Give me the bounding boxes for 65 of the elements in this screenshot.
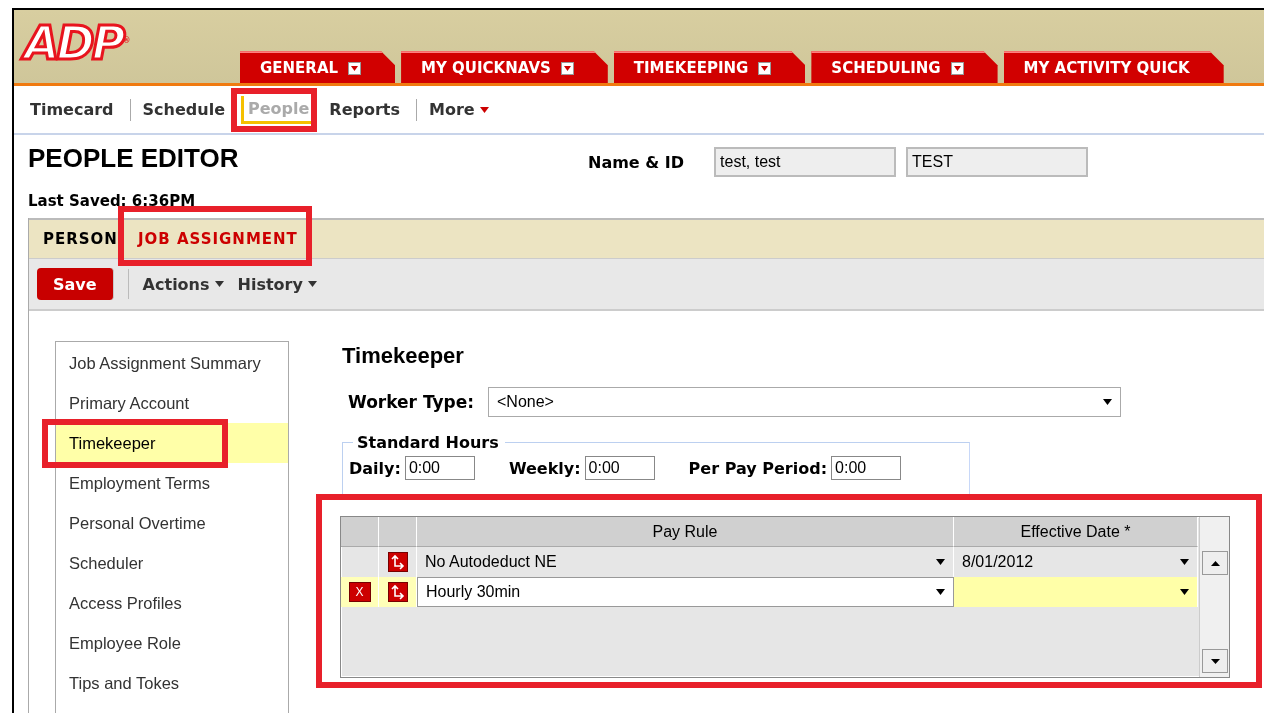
caret-icon	[307, 281, 317, 287]
nav-link[interactable]: Schedule	[138, 97, 229, 123]
sidebar-item[interactable]: Tips and Tokes	[56, 663, 288, 703]
worker-type-dropdown[interactable]: <None>	[488, 387, 1121, 417]
name-field[interactable]: test, test	[714, 147, 897, 178]
page-title: PEOPLE EDITOR	[28, 143, 240, 175]
dropdown-caret-icon	[1180, 559, 1189, 565]
header-cell	[341, 517, 379, 547]
move-row-icon[interactable]	[387, 552, 408, 572]
sidebar-item[interactable]: Personal Overtime	[56, 503, 288, 543]
menu-button[interactable]: Actions	[142, 274, 224, 294]
save-button[interactable]: Save	[37, 268, 114, 300]
field-label: Weekly:	[508, 458, 581, 478]
nav-tab[interactable]: MY QUICKNAVS	[401, 51, 608, 84]
nav-tab[interactable]: GENERAL	[240, 51, 396, 84]
dropdown-icon	[950, 61, 964, 75]
nav-link[interactable]: More	[425, 97, 493, 123]
caret-icon	[214, 281, 224, 287]
dropdown-caret-icon	[936, 559, 945, 565]
dropdown-icon	[560, 61, 574, 75]
field-label: Per Pay Period:	[688, 458, 828, 478]
scroll-down-icon[interactable]	[1202, 649, 1228, 673]
pay-rule-value: Hourly 30min	[426, 583, 521, 601]
input-field[interactable]: 0:00	[584, 456, 655, 480]
table-row[interactable]: X Hourly 30min	[341, 577, 1199, 607]
field-label: Name & ID	[588, 152, 685, 172]
sidebar-item[interactable]: Timekeeper	[56, 423, 288, 463]
dropdown[interactable]: Hourly 30min	[417, 577, 954, 607]
column-header: Pay Rule	[417, 517, 954, 547]
nav-link[interactable]: Timecard	[26, 97, 118, 123]
dropdown-value: <None>	[497, 393, 554, 411]
last-saved-text: Last Saved: 6:36PM	[28, 192, 197, 211]
input-field[interactable]: 0:00	[404, 456, 475, 480]
delete-button[interactable]: X	[348, 582, 371, 602]
dropdown-icon	[758, 61, 772, 75]
sidebar-item[interactable]: Employment Terms	[56, 463, 288, 503]
nav-tab[interactable]: MY ACTIVITY QUICK	[1003, 51, 1224, 84]
sidebar-item[interactable]: Primary Account	[56, 383, 288, 423]
editor-tab[interactable]: PERSON	[43, 230, 118, 248]
section-title: Timekeeper	[342, 343, 465, 369]
field-label: Daily:	[349, 458, 401, 478]
dropdown-caret-icon	[1180, 589, 1189, 595]
sidebar-item[interactable]: Employee Role	[56, 623, 288, 663]
caret-icon	[479, 106, 489, 113]
date-value: 8/01/2012	[962, 553, 1034, 571]
column-header: Effective Date *	[954, 517, 1198, 547]
nav-link[interactable]: Reports	[325, 97, 405, 123]
menu-button[interactable]: History	[237, 274, 317, 294]
dropdown-icon	[348, 61, 362, 75]
input-field[interactable]: 0:00	[831, 456, 902, 480]
move-row-icon[interactable]	[387, 582, 408, 602]
sidebar-item[interactable]: Scheduler	[56, 543, 288, 583]
header-cell	[379, 517, 417, 547]
id-field[interactable]: TEST	[906, 147, 1089, 178]
pay-rule-value: No Autodeduct NE	[425, 553, 557, 571]
nav-tab[interactable]: TIMEKEEPING	[613, 51, 806, 84]
scroll-up-icon[interactable]	[1202, 551, 1228, 575]
field-label: Worker Type:	[348, 392, 476, 412]
nav-tab[interactable]: SCHEDULING	[811, 51, 998, 84]
group-title: Standard Hours	[356, 433, 500, 452]
sidebar-item[interactable]: Job Assignment Summary	[56, 343, 288, 383]
editor-tab[interactable]: JOB ASSIGNMENT	[137, 230, 298, 248]
dropdown-caret-icon	[936, 589, 945, 595]
dropdown-caret-icon	[1103, 399, 1112, 405]
sidebar-item[interactable]: Access Profiles	[56, 583, 288, 623]
